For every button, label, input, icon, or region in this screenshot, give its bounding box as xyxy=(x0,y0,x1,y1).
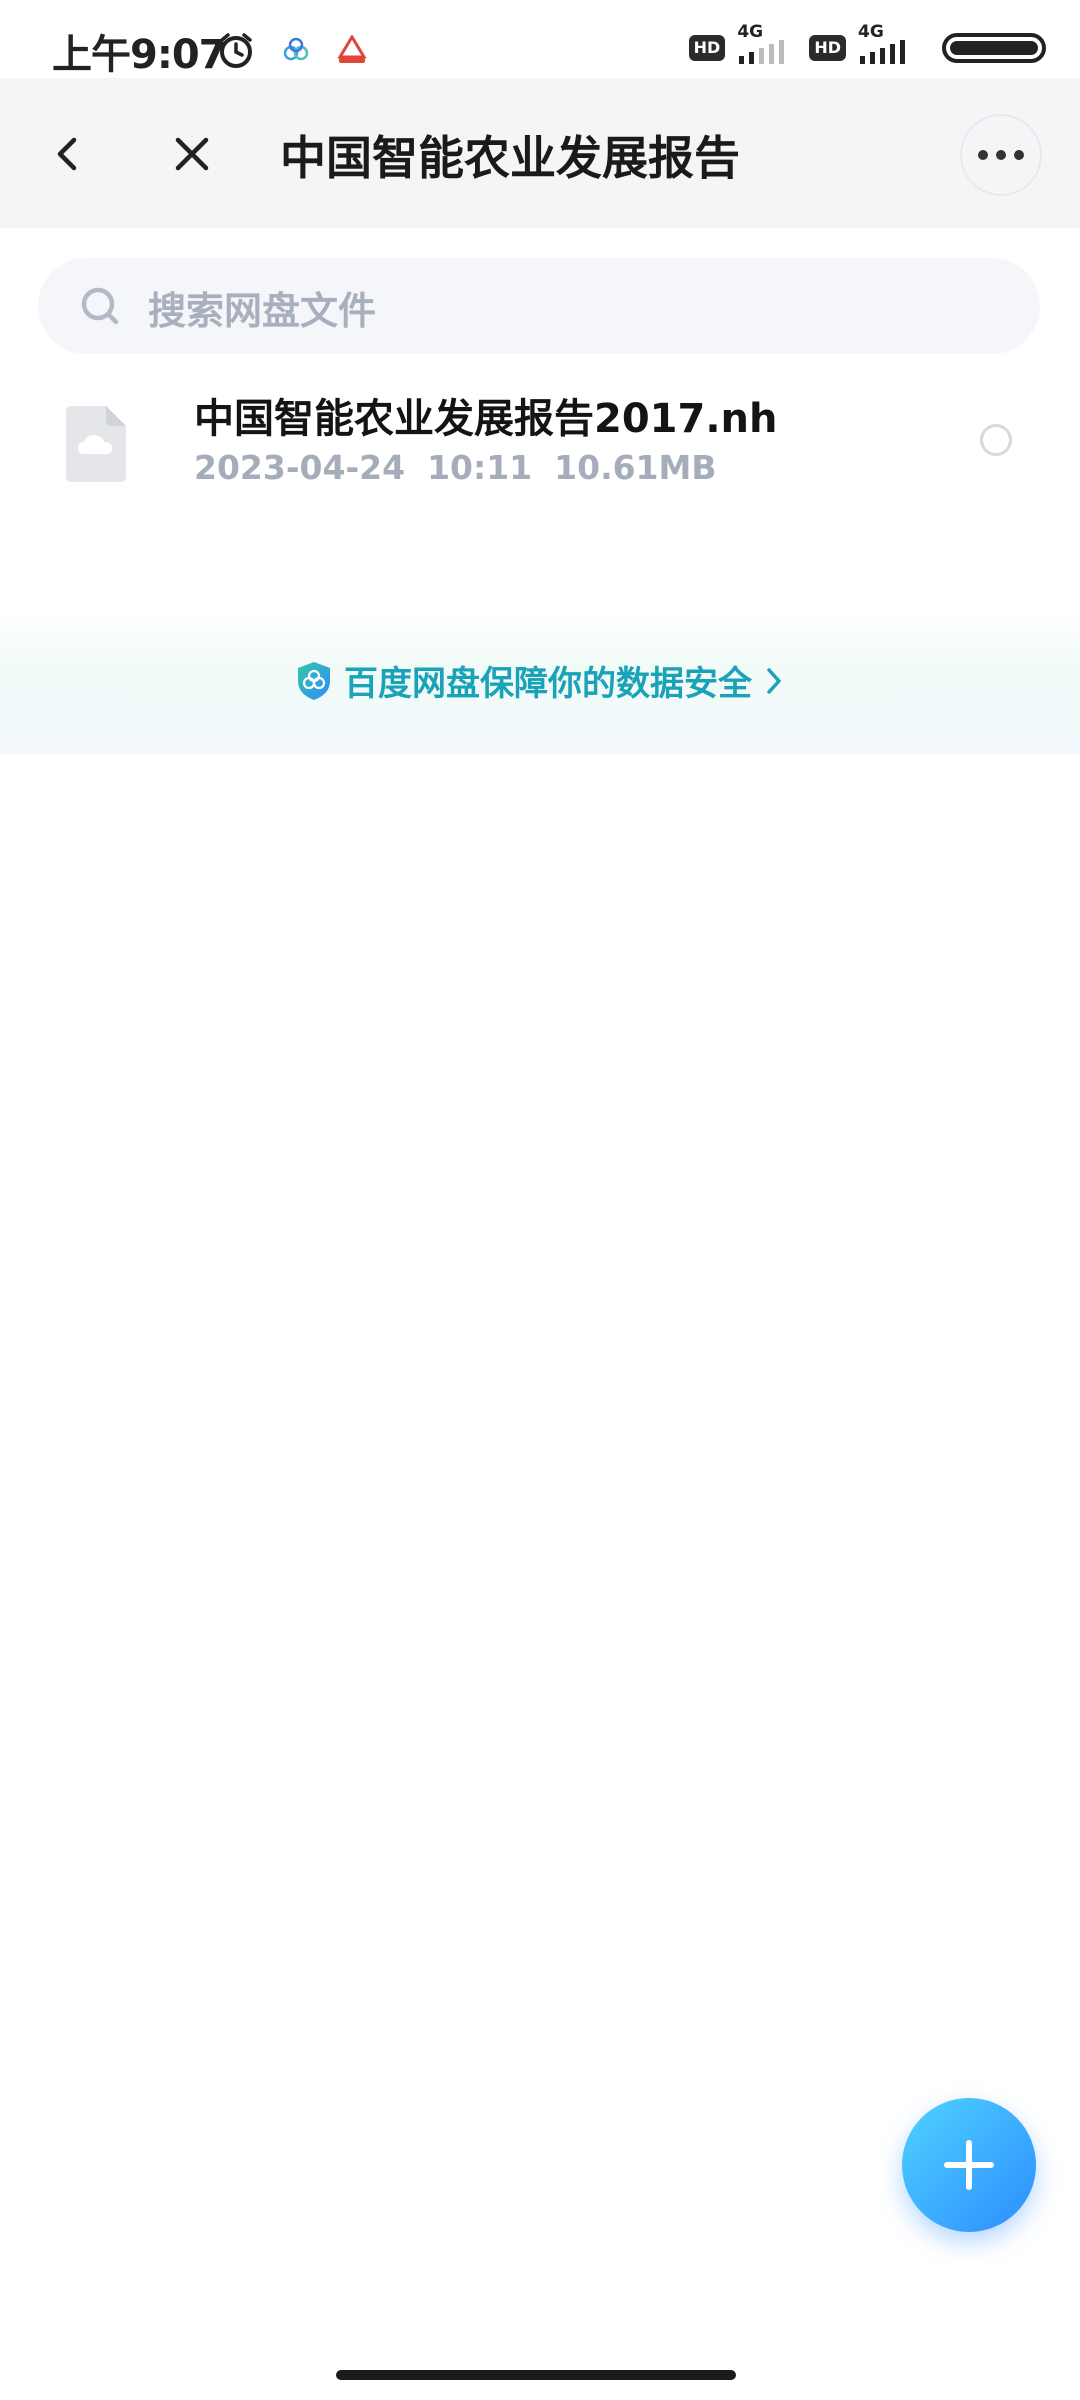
home-indicator[interactable] xyxy=(336,2370,736,2380)
file-select-checkbox[interactable] xyxy=(980,424,1012,456)
file-name: 中国智能农业发展报告2017.nh xyxy=(194,396,778,442)
alarm-icon xyxy=(216,30,256,74)
shield-icon xyxy=(298,661,330,700)
more-button[interactable] xyxy=(960,114,1042,196)
hd-badge: HD xyxy=(688,35,726,61)
chevron-left-icon xyxy=(57,137,77,171)
file-size: 10.61MB xyxy=(554,448,717,487)
back-button[interactable] xyxy=(40,126,96,182)
signal-icon: 4G xyxy=(735,22,799,70)
search-input[interactable]: 搜索网盘文件 xyxy=(38,258,1040,354)
nav-header: 中国智能农业发展报告 xyxy=(0,78,1080,228)
close-icon xyxy=(175,137,209,171)
status-bar: 上午9:07 HD 4G HD 4G xyxy=(0,0,1080,78)
add-button[interactable] xyxy=(902,2098,1036,2232)
security-banner-text: 百度网盘保障你的数据安全 xyxy=(344,664,752,704)
file-meta: 2023-04-24 10:11 10.61MB xyxy=(194,448,717,487)
battery-fill xyxy=(950,41,1038,55)
baidu-netdisk-icon xyxy=(282,36,310,68)
status-left-icons xyxy=(216,30,368,74)
search-icon xyxy=(81,287,119,325)
file-time: 10:11 xyxy=(427,448,533,487)
signal-icon: 4G xyxy=(856,22,920,70)
more-horizontal-icon xyxy=(978,150,1024,160)
chevron-right-icon xyxy=(767,667,781,694)
close-button[interactable] xyxy=(164,126,220,182)
security-banner[interactable]: 百度网盘保障你的数据安全 xyxy=(0,610,1080,754)
page-title: 中国智能农业发展报告 xyxy=(280,131,740,185)
search-placeholder: 搜索网盘文件 xyxy=(148,289,377,333)
file-list-item[interactable]: 中国智能农业发展报告2017.nh 2023-04-24 10:11 10.61… xyxy=(0,380,1080,520)
plus-icon xyxy=(944,2140,994,2190)
hd-badge: HD xyxy=(809,35,846,61)
file-date: 2023-04-24 xyxy=(194,448,406,487)
status-time: 上午9:07 xyxy=(52,32,226,78)
status-right: HD 4G HD 4G xyxy=(688,22,1046,70)
security-banner-content: 百度网盘保障你的数据安全 xyxy=(0,656,1080,705)
cloud-file-icon xyxy=(66,406,126,482)
battery-icon xyxy=(942,33,1046,63)
app-notification-icon xyxy=(336,34,368,69)
